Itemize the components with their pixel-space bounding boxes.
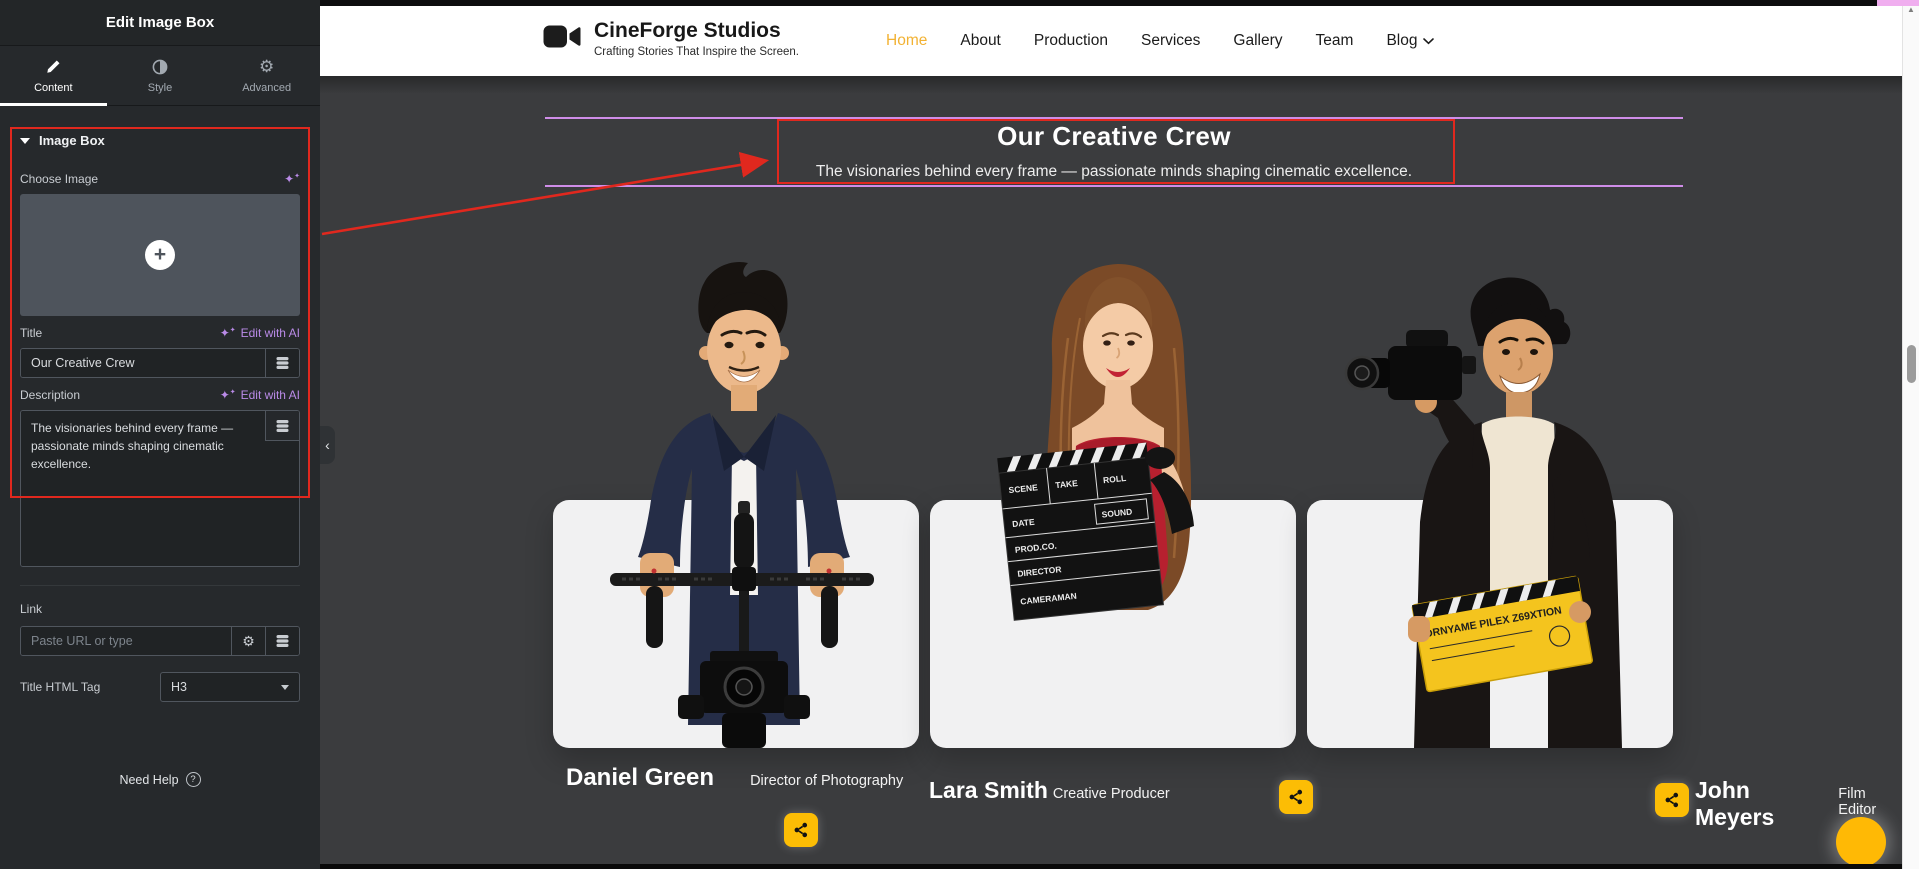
link-field: Link ⚙ <box>0 600 320 656</box>
elementor-edit-panel: Edit Image Box Content Style ⚙ Advanced <box>0 0 320 869</box>
add-image-icon: + <box>145 240 175 270</box>
team-section: Our Creative Crew The visionaries behind… <box>320 76 1902 864</box>
contrast-icon <box>152 58 168 76</box>
need-help-link[interactable]: Need Help ? <box>0 772 320 787</box>
tab-style[interactable]: Style <box>107 46 214 105</box>
tab-label: Style <box>148 82 172 94</box>
title-html-tag-field: Title HTML Tag H3 <box>0 672 320 702</box>
nav-home[interactable]: Home <box>886 32 927 50</box>
caret-down-icon <box>20 138 30 144</box>
ai-sparkle-icon[interactable]: ✦✦ <box>284 173 300 185</box>
database-icon <box>275 356 290 370</box>
scrollbar-thumb[interactable] <box>1907 345 1916 383</box>
choose-image-box[interactable]: + <box>20 194 300 316</box>
nav-about[interactable]: About <box>960 32 1001 50</box>
section-handle-bar <box>320 0 1902 6</box>
share-icon <box>1663 791 1681 809</box>
section-title: Image Box <box>39 133 105 148</box>
team-photo-lara: SCENE TAKE ROLL DATE SOUND PROD.CO. DIRE… <box>968 258 1268 748</box>
site-tagline: Crafting Stories That Inspire the Screen… <box>594 46 799 58</box>
title-label: Title <box>20 326 42 340</box>
edit-with-ai-button[interactable]: ✦✦ Edit with AI <box>220 326 300 340</box>
title-field: Title ✦✦ Edit with AI <box>0 326 320 378</box>
nav-gallery[interactable]: Gallery <box>1233 32 1282 50</box>
section-handle-line <box>545 117 1683 119</box>
nav-team[interactable]: Team <box>1316 32 1354 50</box>
share-button[interactable] <box>1655 783 1689 817</box>
title-input[interactable] <box>21 349 265 377</box>
database-icon <box>275 634 290 648</box>
description-label: Description <box>20 388 80 402</box>
panel-header: Edit Image Box <box>0 0 320 46</box>
panel-body: Image Box Choose Image ✦✦ + Title ✦✦ Edi… <box>0 106 320 702</box>
help-icon: ? <box>186 772 201 787</box>
browser-scrollbar[interactable]: ▲ <box>1902 0 1919 869</box>
tab-advanced[interactable]: ⚙ Advanced <box>213 46 320 105</box>
team-caption: Lara Smith Creative Producer <box>929 777 1170 804</box>
site-title: CineForge Studios <box>594 19 799 43</box>
panel-title: Edit Image Box <box>106 14 214 31</box>
image-box-widget[interactable]: Our Creative Crew The visionaries behind… <box>545 121 1683 181</box>
dynamic-tags-button[interactable] <box>265 411 299 441</box>
gear-icon: ⚙ <box>242 634 255 648</box>
chevron-down-icon <box>1423 38 1434 45</box>
title-html-tag-label: Title HTML Tag <box>20 680 100 694</box>
link-label: Link <box>20 602 42 616</box>
share-button[interactable] <box>1279 780 1313 814</box>
pencil-icon <box>46 58 61 76</box>
clapperboard: SCENE TAKE ROLL DATE SOUND PROD.CO. DIRE… <box>997 443 1163 621</box>
member-name: Daniel Green <box>566 764 714 792</box>
site-brand[interactable]: CineForge Studios Crafting Stories That … <box>543 19 799 58</box>
member-role: Creative Producer <box>1053 786 1170 802</box>
edit-with-ai-button[interactable]: ✦✦ Edit with AI <box>220 388 300 402</box>
section-heading: Our Creative Crew <box>545 121 1683 152</box>
main-nav: Home About Production Services Gallery T… <box>886 6 1434 76</box>
description-textarea[interactable]: The visionaries behind every frame — pas… <box>21 411 299 566</box>
team-photo-john: DRNYAME PILEX Z69XTION <box>1322 272 1652 748</box>
member-role: Film Editor <box>1838 786 1902 818</box>
floating-action-button[interactable] <box>1836 817 1886 867</box>
tab-content[interactable]: Content <box>0 46 107 105</box>
caret-down-icon <box>281 685 289 690</box>
section-handle-line <box>545 185 1683 187</box>
screenshot-root: Edit Image Box Content Style ⚙ Advanced <box>0 0 1919 869</box>
database-icon <box>275 419 290 433</box>
gear-icon: ⚙ <box>259 58 274 76</box>
dynamic-tags-button[interactable] <box>265 349 299 377</box>
panel-tabs: Content Style ⚙ Advanced <box>0 46 320 106</box>
ai-sparkle-icon: ✦✦ <box>220 389 236 401</box>
title-html-tag-select[interactable]: H3 <box>160 672 300 702</box>
share-icon <box>1287 788 1305 806</box>
bottom-edge-bar <box>320 864 1902 869</box>
member-name: John Meyers <box>1695 777 1824 831</box>
ai-sparkle-icon: ✦✦ <box>220 327 236 339</box>
member-name: Lara Smith <box>929 777 1048 804</box>
image-box-section-header[interactable]: Image Box <box>0 106 320 162</box>
site-header: CineForge Studios Crafting Stories That … <box>320 6 1902 76</box>
nav-production[interactable]: Production <box>1034 32 1108 50</box>
nav-blog[interactable]: Blog <box>1386 32 1434 50</box>
divider <box>20 585 300 586</box>
video-camera-logo-icon <box>543 23 581 55</box>
tab-label: Content <box>34 82 73 94</box>
description-field: Description ✦✦ Edit with AI The visionar… <box>0 388 320 586</box>
dynamic-tags-button[interactable] <box>265 627 299 655</box>
team-caption: Daniel Green Director of Photography <box>566 764 903 792</box>
choose-image-field: Choose Image ✦✦ + <box>0 172 320 316</box>
nav-services[interactable]: Services <box>1141 32 1200 50</box>
choose-image-label: Choose Image <box>20 172 98 186</box>
site-preview: CineForge Studios Crafting Stories That … <box>320 0 1919 869</box>
team-photo-daniel <box>592 255 892 748</box>
share-icon <box>792 821 810 839</box>
section-subheading: The visionaries behind every frame — pas… <box>545 163 1683 181</box>
panel-collapse-button[interactable]: ‹ <box>320 426 335 464</box>
section-handle-strip <box>1877 0 1919 6</box>
link-input[interactable] <box>21 627 231 655</box>
share-button[interactable] <box>784 813 818 847</box>
tab-label: Advanced <box>242 82 291 94</box>
member-role: Director of Photography <box>750 773 903 789</box>
scroll-up-icon[interactable]: ▲ <box>1903 5 1919 14</box>
link-options-button[interactable]: ⚙ <box>231 627 265 655</box>
